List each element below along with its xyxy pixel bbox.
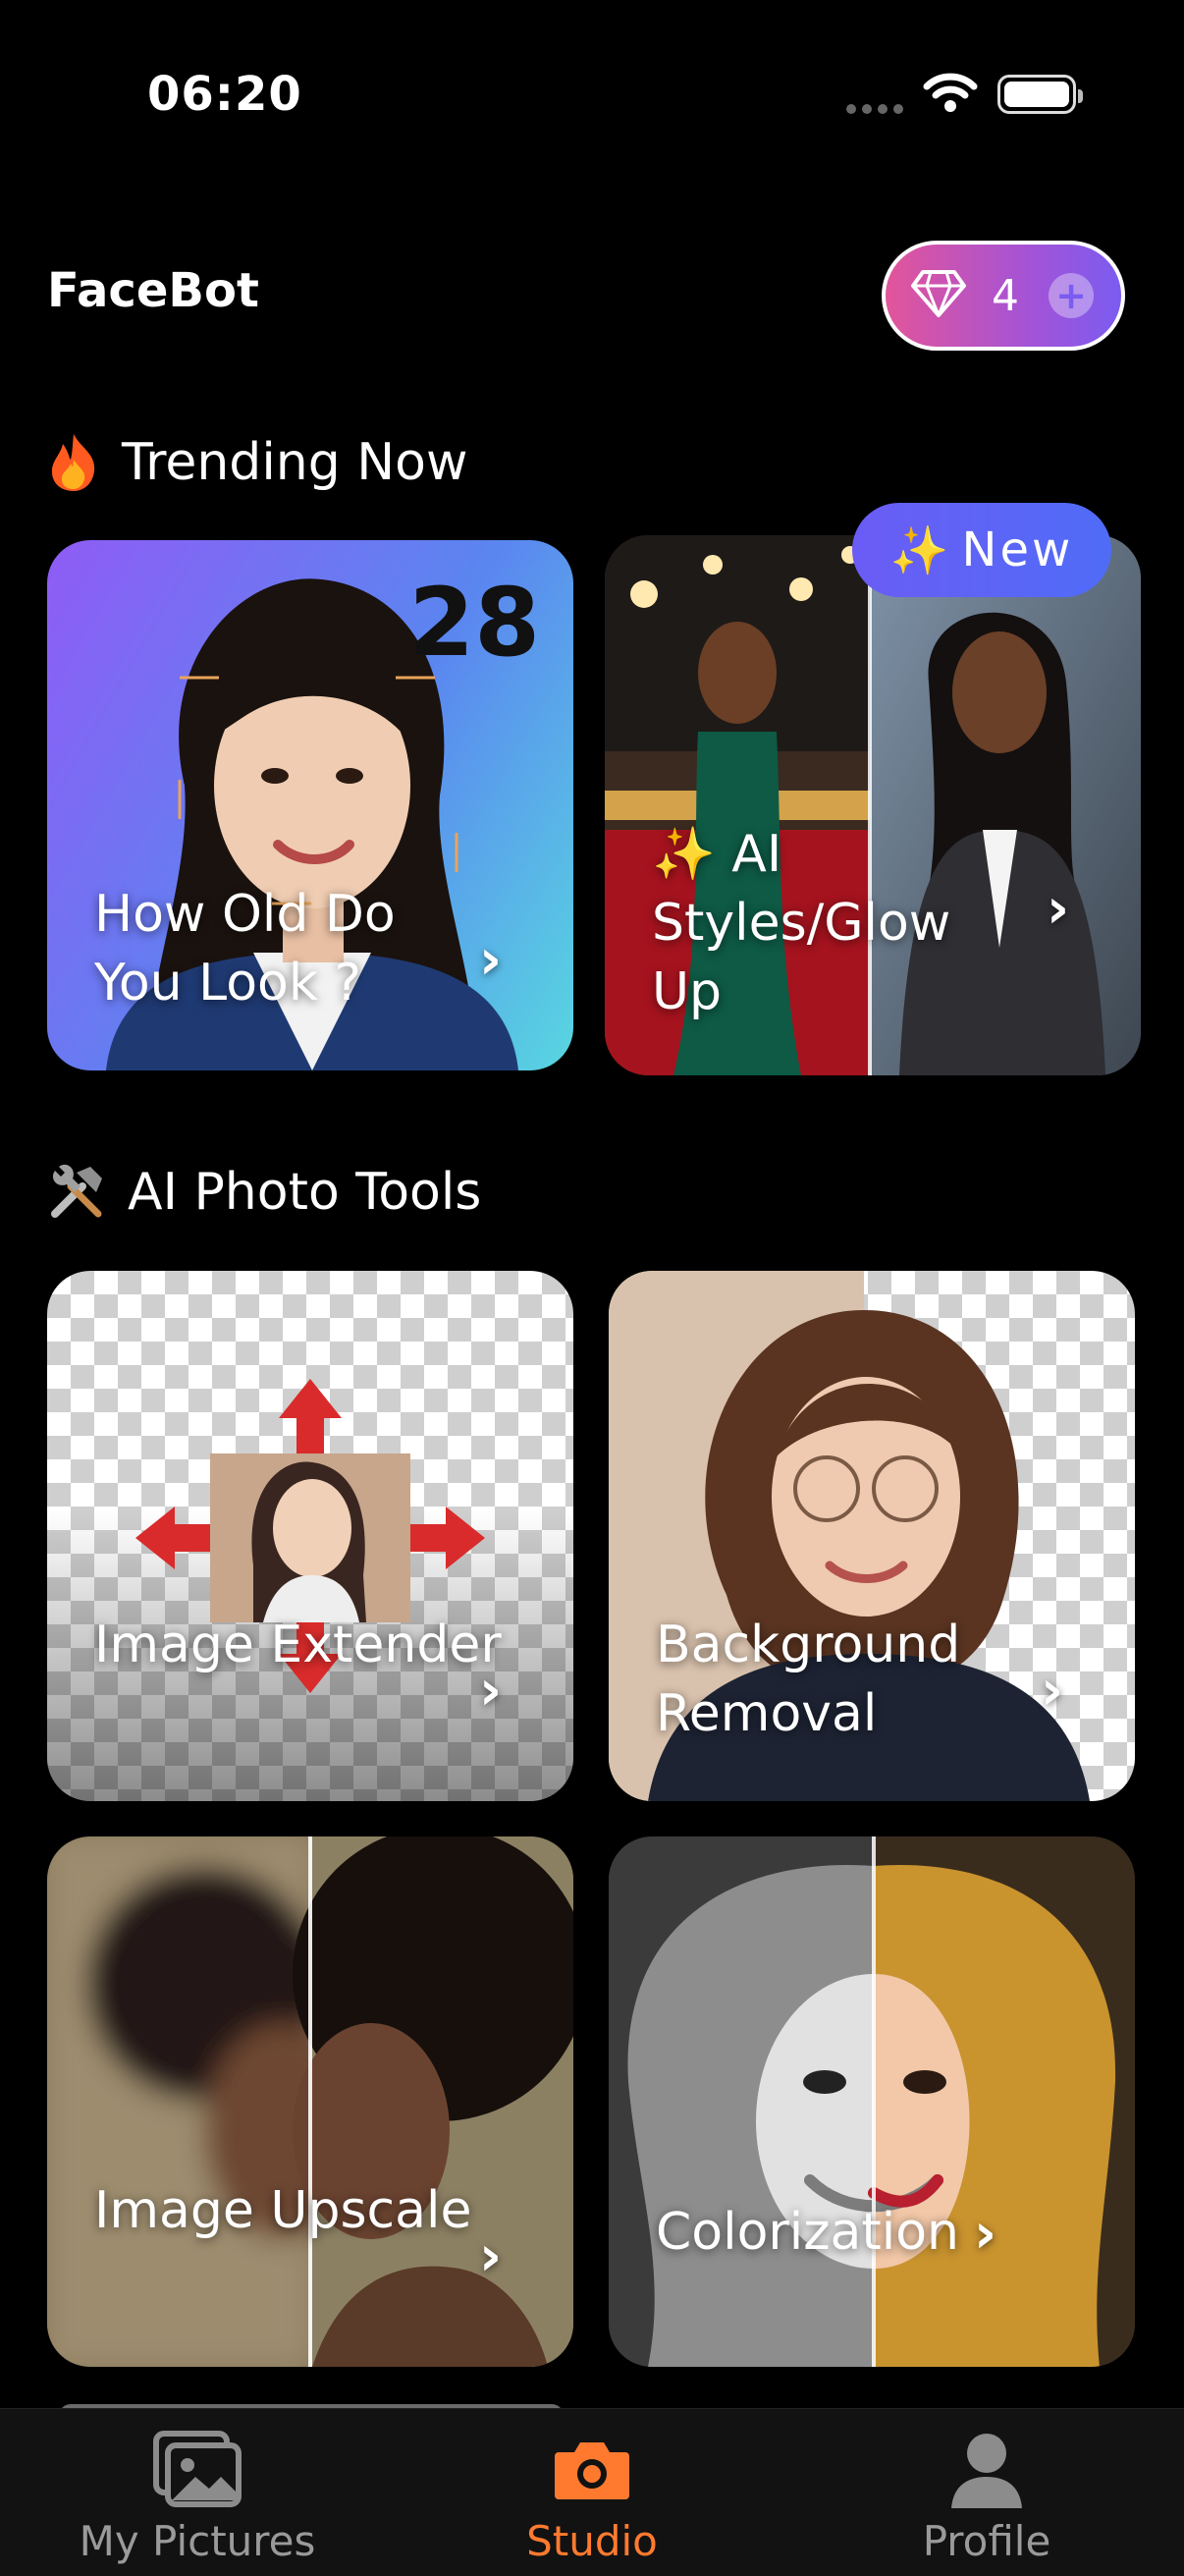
how-old-card[interactable]: 28 How Old Do You Look ? › <box>47 540 573 1070</box>
chevron-right-icon: › <box>974 2202 997 2266</box>
wifi-icon <box>923 71 978 118</box>
status-time: 06:20 <box>147 67 302 122</box>
background-removal-card[interactable]: Background Removal › <box>609 1271 1135 1801</box>
how-old-label: How Old Do You Look ? <box>94 885 396 1013</box>
tab-studio-label: Studio <box>526 2517 658 2565</box>
gem-balance-button[interactable]: 4 + <box>882 241 1125 351</box>
image-extender-label: Image Extender <box>94 1616 502 1674</box>
battery-icon <box>997 75 1083 114</box>
tab-my-pictures[interactable]: My Pictures <box>0 2409 395 2576</box>
hammer-wrench-icon <box>47 1163 106 1222</box>
tab-studio[interactable]: Studio <box>395 2409 789 2576</box>
section-tools-title: AI Photo Tools <box>128 1163 482 1222</box>
tab-profile[interactable]: Profile <box>789 2409 1184 2576</box>
image-upscale-label: Image Upscale <box>94 2181 472 2240</box>
section-tools: AI Photo Tools <box>47 1163 481 1222</box>
chevron-right-icon: › <box>479 2224 503 2288</box>
section-trending-title: Trending Now <box>122 433 468 492</box>
profile-icon <box>949 2425 1024 2513</box>
colorization-card[interactable]: Colorization › <box>609 1836 1135 2367</box>
tab-my-pictures-label: My Pictures <box>79 2517 316 2565</box>
image-extender-card[interactable]: Image Extender › <box>47 1271 573 1801</box>
colorization-label: Colorization <box>656 2203 959 2262</box>
colorization-image <box>609 1836 1135 2367</box>
chevron-right-icon: › <box>479 1659 503 1723</box>
cellular-signal-icon <box>846 104 905 114</box>
app-title: FaceBot <box>47 263 259 318</box>
tab-profile-label: Profile <box>922 2517 1051 2565</box>
age-number: 28 <box>408 568 540 678</box>
chevron-right-icon: › <box>479 928 503 992</box>
ai-styles-label: ✨ AI Styles/Glow Up <box>652 825 951 1021</box>
image-upscale-card[interactable]: Image Upscale › <box>47 1836 573 2367</box>
chevron-right-icon: › <box>1041 1659 1064 1723</box>
sparkles-icon: ✨ <box>889 522 952 578</box>
tab-bar: My Pictures Studio Profile <box>0 2408 1184 2576</box>
add-gems-icon[interactable]: + <box>1049 273 1094 318</box>
chevron-right-icon: › <box>1047 877 1070 941</box>
pictures-icon <box>152 2425 242 2513</box>
gem-count: 4 <box>992 270 1019 321</box>
section-trending: Trending Now <box>47 432 468 493</box>
camera-icon <box>553 2425 631 2513</box>
new-badge: ✨ New <box>852 503 1111 597</box>
fire-icon <box>47 432 100 493</box>
diamond-icon <box>911 270 966 321</box>
ai-styles-card[interactable]: ✨ AI Styles/Glow Up › <box>605 535 1141 1075</box>
